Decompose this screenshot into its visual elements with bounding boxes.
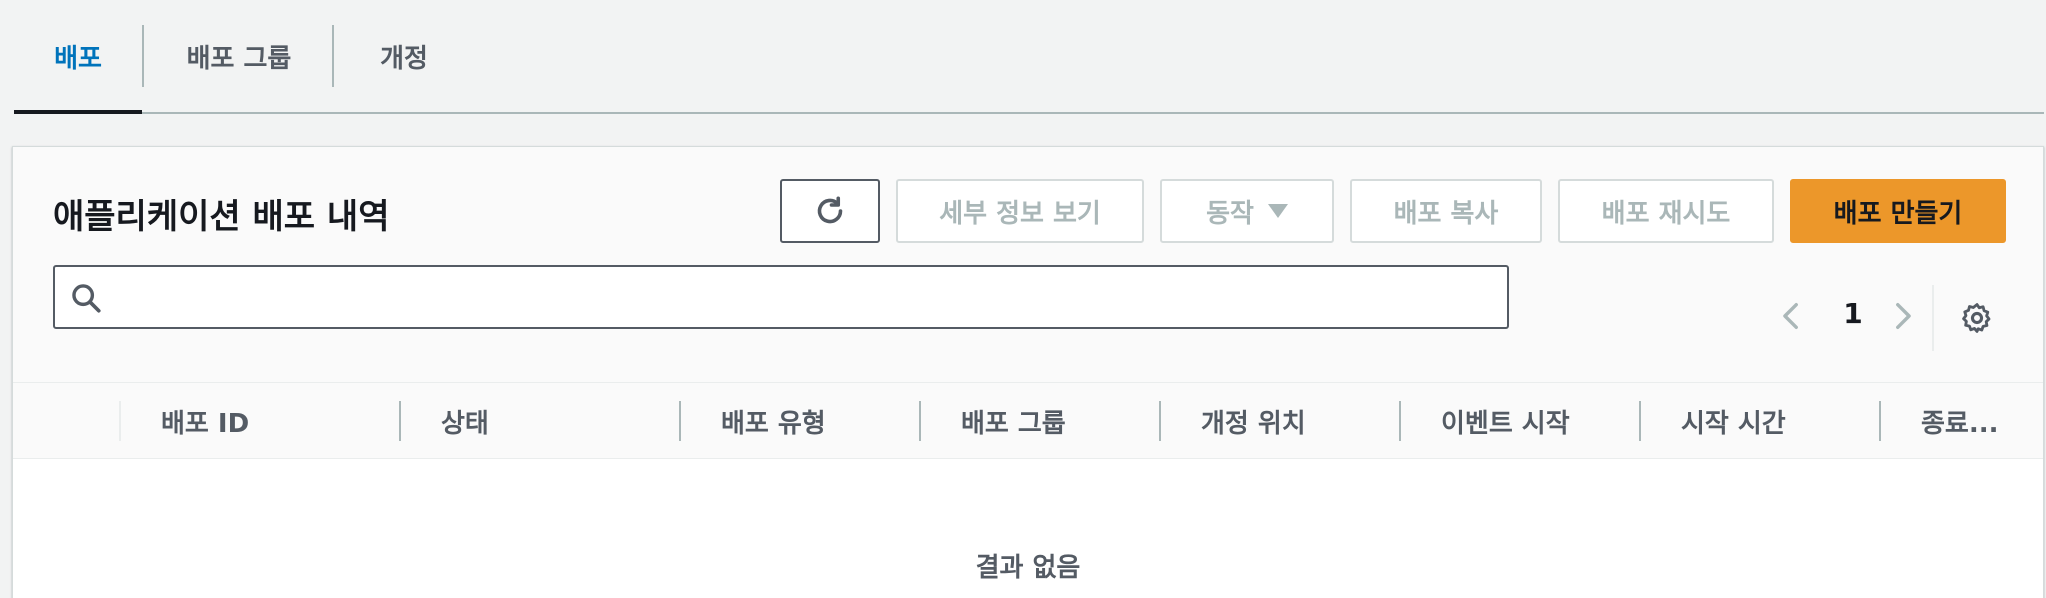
column-divider[interactable] [1639, 401, 1641, 441]
refresh-button[interactable] [780, 179, 880, 243]
column-header-end-time[interactable]: 종료... [1921, 383, 1998, 459]
pager-divider [1932, 285, 1934, 351]
column-header-start-time[interactable]: 시작 시간 [1681, 383, 1786, 459]
column-header-status[interactable]: 상태 [441, 383, 489, 459]
column-divider[interactable] [399, 401, 401, 441]
column-header-revision-location[interactable]: 개정 위치 [1201, 383, 1306, 459]
tab-deployment-groups[interactable]: 배포 그룹 [144, 0, 334, 112]
column-header-event-start[interactable]: 이벤트 시작 [1441, 383, 1570, 459]
chevron-right-icon[interactable] [1885, 299, 1919, 333]
column-header-deployment-id[interactable]: 배포 ID [161, 383, 249, 459]
search-icon [72, 284, 101, 313]
refresh-icon [817, 196, 843, 224]
panel-title: 애플리케이션 배포 내역 [53, 197, 390, 237]
panel-header: 애플리케이션 배포 내역 세부 정보 보기 동작 배포 복사 배포 재시도 배포… [13, 147, 2043, 383]
search-input[interactable] [115, 275, 1495, 319]
search-field [53, 265, 1509, 329]
tab-revisions[interactable]: 개정 [334, 0, 474, 112]
copy-deployment-button[interactable]: 배포 복사 [1350, 179, 1542, 243]
column-divider[interactable] [919, 401, 921, 441]
column-divider[interactable] [1399, 401, 1401, 441]
actions-dropdown-button[interactable]: 동작 [1160, 179, 1334, 243]
tab-deployments[interactable]: 배포 [14, 0, 142, 114]
deployment-history-panel: 애플리케이션 배포 내역 세부 정보 보기 동작 배포 복사 배포 재시도 배포… [12, 146, 2044, 598]
actions-label: 동작 [1206, 198, 1254, 229]
view-details-button[interactable]: 세부 정보 보기 [896, 179, 1144, 243]
column-divider[interactable] [679, 401, 681, 441]
column-divider [119, 401, 121, 441]
column-divider[interactable] [1159, 401, 1161, 441]
retry-deployment-button[interactable]: 배포 재시도 [1558, 179, 1774, 243]
chevron-left-icon[interactable] [1775, 299, 1809, 333]
create-deployment-button[interactable]: 배포 만들기 [1790, 179, 2006, 243]
tab-bar: 배포 배포 그룹 개정 [14, 0, 2044, 114]
table-header: 배포 ID 상태 배포 유형 배포 그룹 개정 위치 이벤트 시작 시작 시간 … [13, 383, 2043, 459]
gear-icon[interactable] [1960, 301, 1994, 335]
column-divider[interactable] [1879, 401, 1881, 441]
empty-results-message: 결과 없음 [975, 553, 1081, 583]
column-header-deployment-group[interactable]: 배포 그룹 [961, 383, 1066, 459]
caret-down-icon [1267, 204, 1288, 218]
column-header-deployment-type[interactable]: 배포 유형 [721, 383, 826, 459]
current-page-number[interactable]: 1 [1833, 297, 1873, 330]
